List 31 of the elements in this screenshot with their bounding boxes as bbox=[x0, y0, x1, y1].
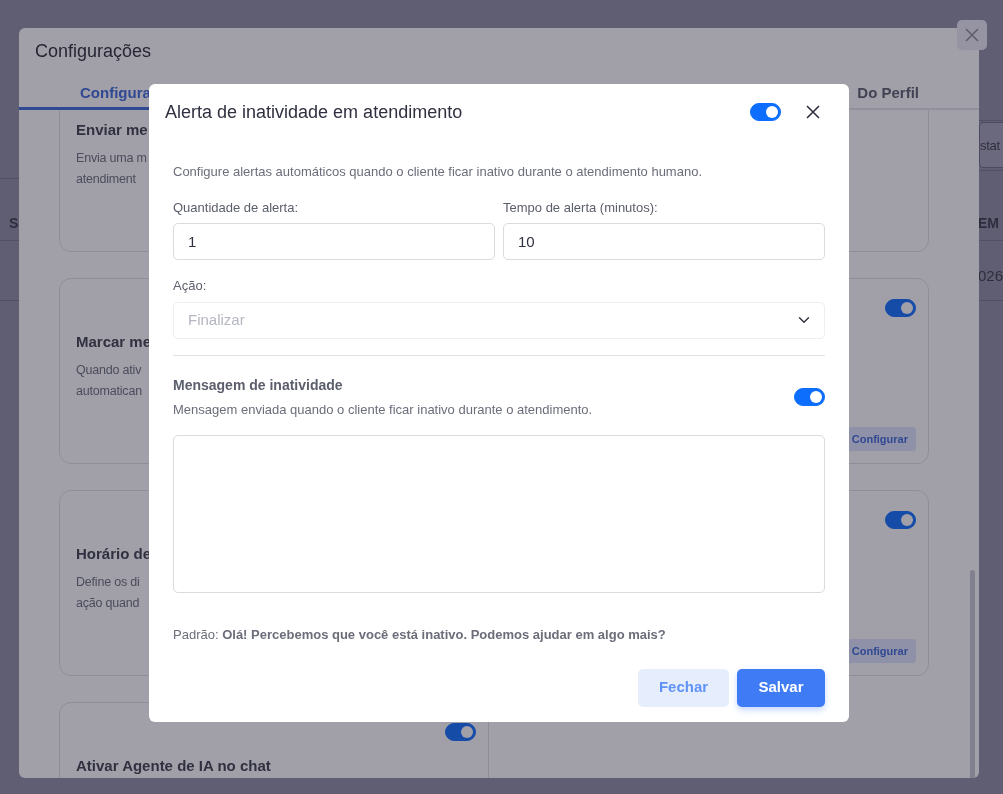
action-select[interactable]: Finalizar bbox=[173, 301, 825, 339]
card-title: Enviar me bbox=[76, 120, 148, 140]
dialog-title: Configurações bbox=[34, 40, 153, 63]
description-text: Configure alertas automáticos quando o cliente ficar inativo durante o atendimento humano. bbox=[173, 163, 703, 181]
field-label: Ação: bbox=[173, 277, 208, 295]
dialog-title: Alerta de inatividade em atendimento bbox=[165, 100, 464, 124]
section-title: Mensagem de inatividade bbox=[173, 375, 344, 395]
section-description: Mensagem enviada quando o cliente ficar inativo durante o atendimento. bbox=[173, 400, 593, 419]
close-icon bbox=[806, 105, 820, 119]
card-description: Envia uma m atendiment bbox=[76, 149, 147, 188]
field-label: Tempo de alerta (minutos): bbox=[503, 198, 659, 217]
toggle-switch[interactable] bbox=[445, 723, 476, 741]
close-button[interactable]: Fechar bbox=[638, 668, 729, 707]
toggle-switch[interactable] bbox=[885, 511, 916, 529]
card-description: Define os di ação quand bbox=[76, 573, 140, 612]
default-message-text: Padrão: Olá! Percebemos que você está inativo. Podemos ajudar em algo mais? bbox=[173, 626, 667, 644]
scrollbar-thumb[interactable] bbox=[970, 570, 975, 778]
card-title: Horário de bbox=[76, 544, 151, 564]
input-field[interactable]: 1 bbox=[173, 223, 495, 260]
tab[interactable]: Do Perfil bbox=[857, 74, 919, 110]
toggle-switch[interactable] bbox=[750, 103, 781, 121]
card-title: Marcar me bbox=[76, 332, 152, 352]
search-field[interactable]: stat bbox=[979, 122, 1003, 168]
card-title: Ativar Agente de IA no chat bbox=[76, 756, 271, 776]
input-field[interactable]: 10 bbox=[503, 223, 825, 260]
card-description: Quando ativ automatican bbox=[76, 361, 142, 400]
toggle-switch[interactable] bbox=[794, 387, 825, 406]
save-button[interactable]: Salvar bbox=[737, 668, 825, 707]
close-icon bbox=[964, 27, 980, 43]
toggle-switch[interactable] bbox=[885, 299, 916, 317]
field-label: Quantidade de alerta: bbox=[173, 198, 300, 217]
